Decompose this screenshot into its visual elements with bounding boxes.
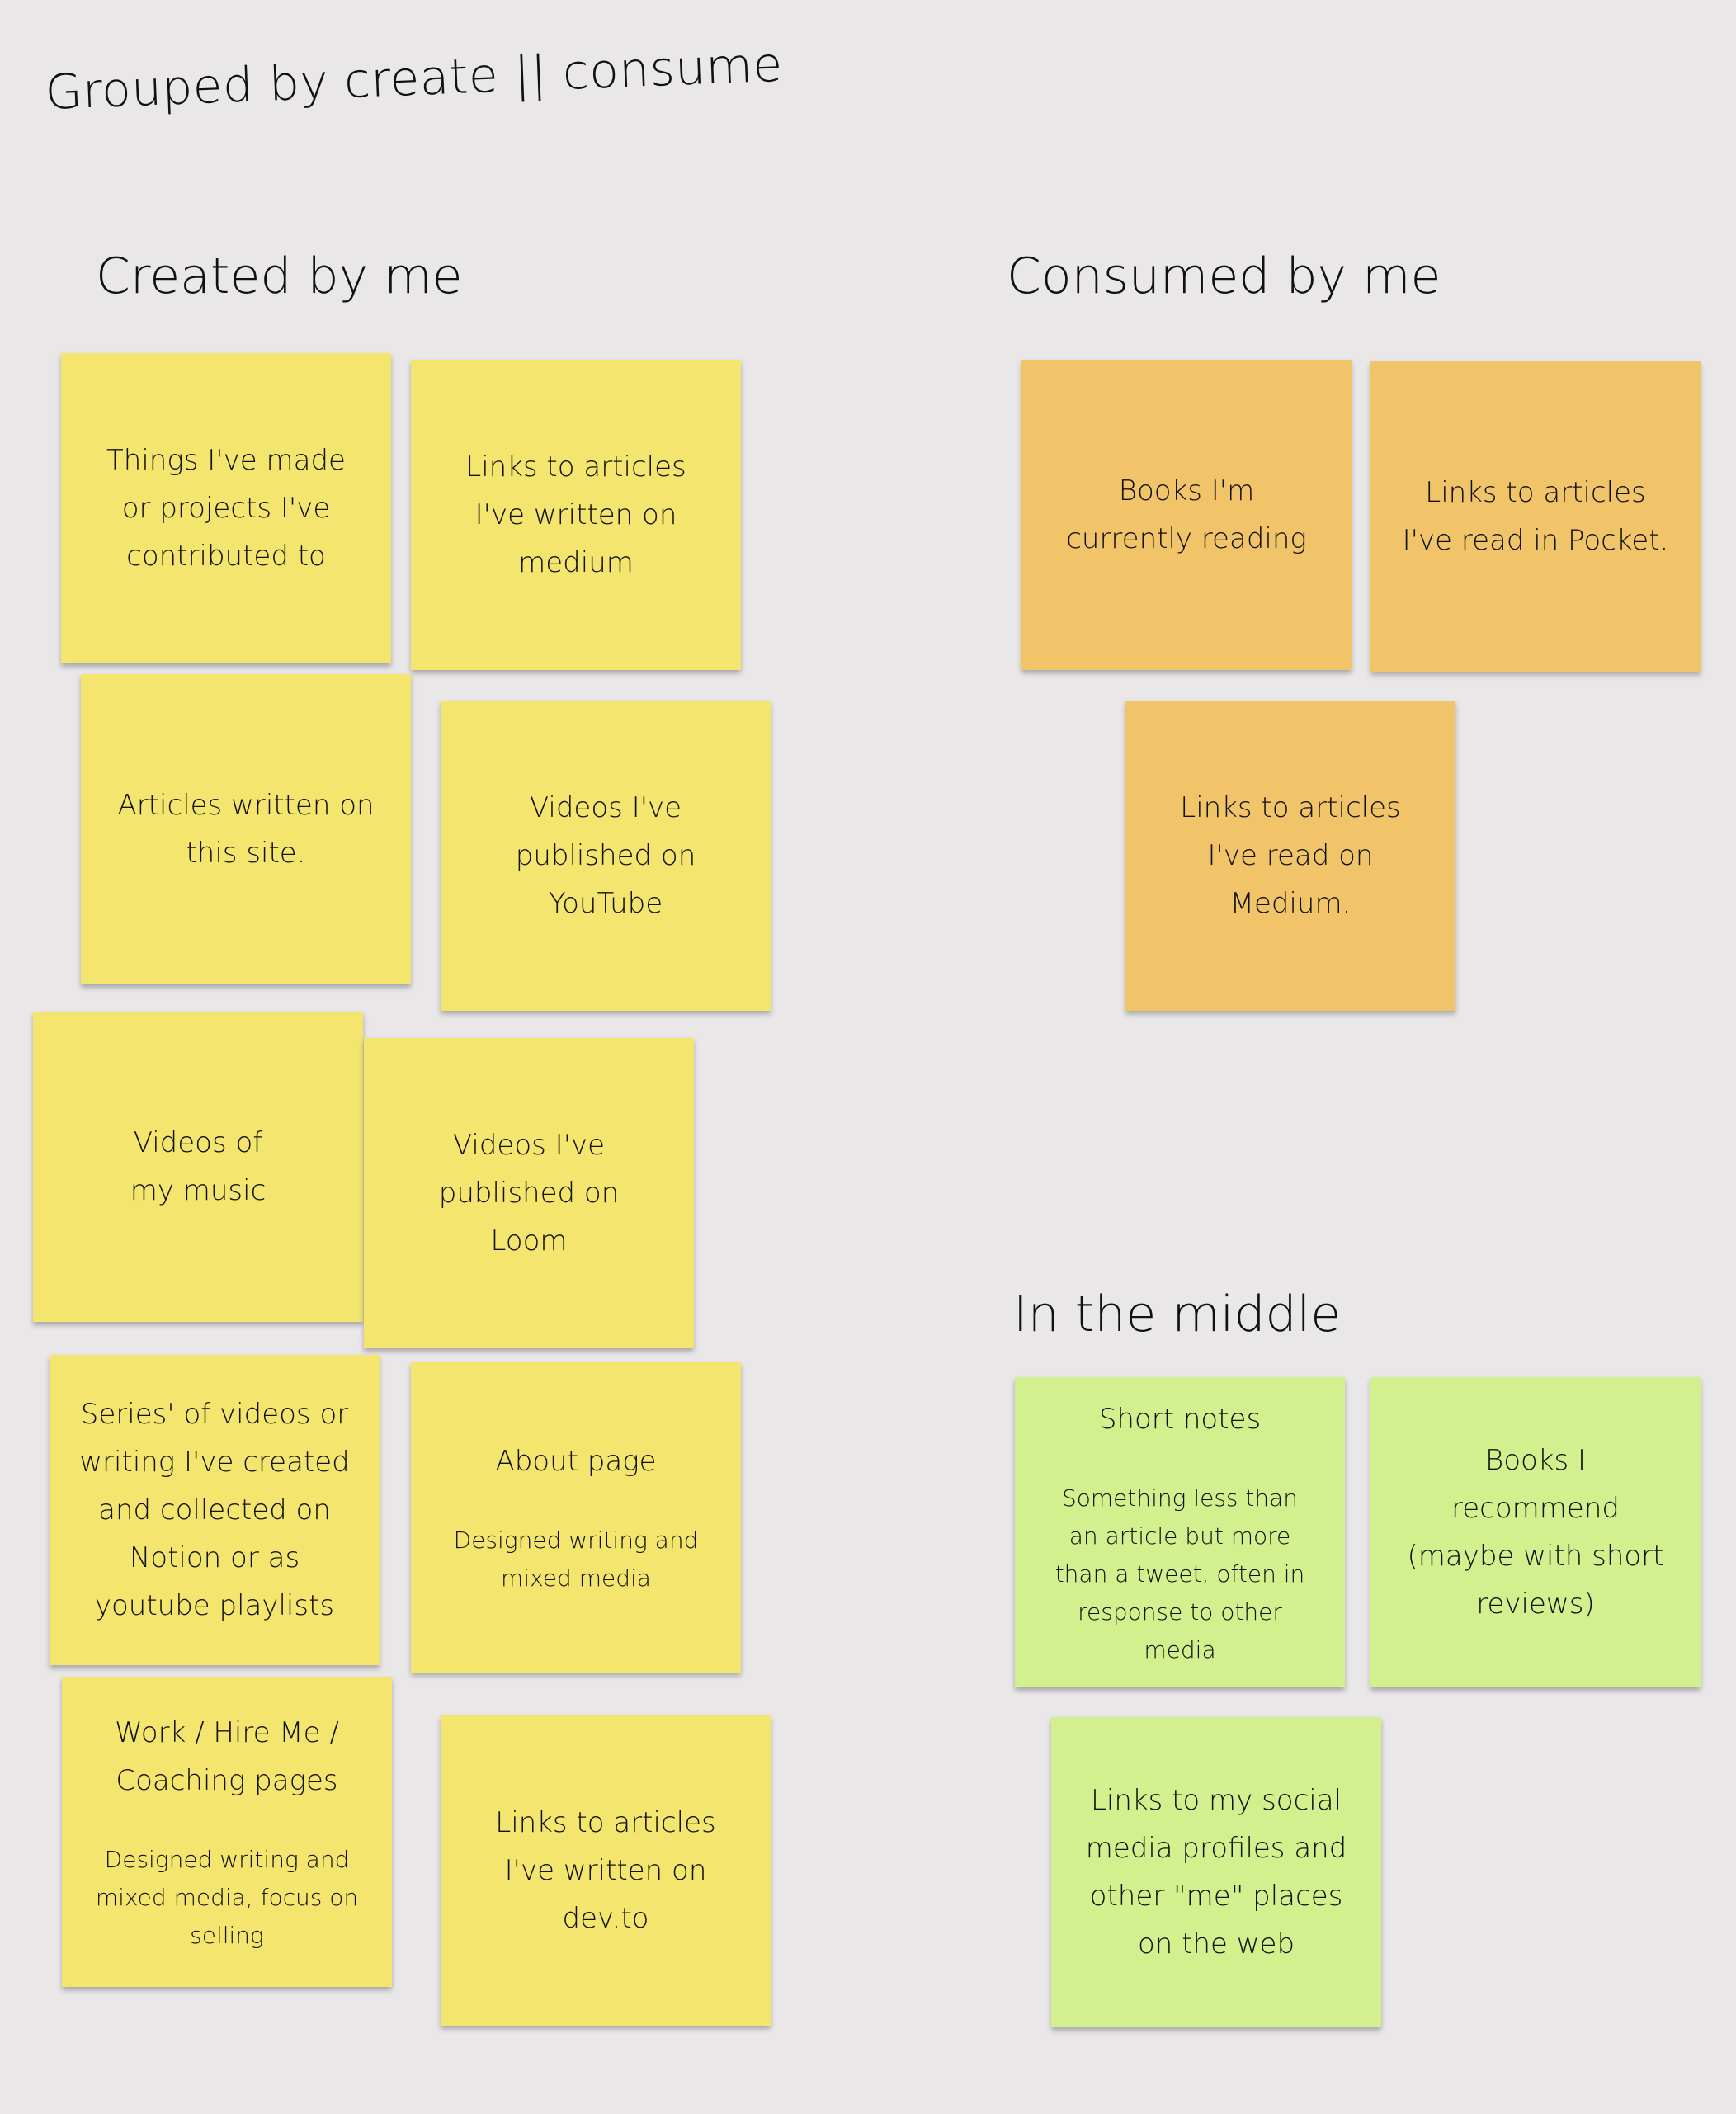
- sticky-note-text: Articles written on this site.: [117, 789, 375, 870]
- sticky-note-social-links[interactable]: Links to my social media profiles and ot…: [1051, 1717, 1381, 2027]
- sticky-note-text: About page: [495, 1445, 657, 1478]
- sticky-note-site-articles[interactable]: Articles written on this site.: [81, 674, 411, 984]
- sticky-note-subtext: Designed writing and mixed media: [453, 1527, 699, 1592]
- sticky-note-devto-articles[interactable]: Links to articles I've written on dev.to: [441, 1715, 771, 2026]
- heading-created: Created by me: [96, 248, 463, 305]
- sticky-note-books-reading[interactable]: Books I'm currently reading: [1021, 360, 1352, 670]
- board-title: Grouped by create || consume: [44, 35, 784, 120]
- sticky-note-work-hire-me[interactable]: Work / Hire Me / Coaching pages Designed…: [62, 1677, 392, 1987]
- sticky-note-things-made[interactable]: Things I've made or projects I've contri…: [61, 353, 391, 663]
- sticky-note-music-videos[interactable]: Videos of my music: [33, 1012, 363, 1322]
- sticky-note-text: Series' of videos or writing I've create…: [79, 1398, 350, 1622]
- sticky-note-text: Videos I've published on Loom: [438, 1129, 620, 1258]
- sticky-note-text: Links to articles I've read in Pocket.: [1402, 476, 1669, 557]
- sticky-note-text: Work / Hire Me / Coaching pages: [115, 1716, 339, 1797]
- sticky-note-short-notes[interactable]: Short notes Something less than an artic…: [1015, 1377, 1345, 1687]
- sticky-note-text: Links to articles I've written on medium: [465, 451, 686, 579]
- sticky-note-about-page[interactable]: About page Designed writing and mixed me…: [411, 1362, 741, 1673]
- heading-middle: In the middle: [1013, 1286, 1342, 1343]
- sticky-note-text: Videos I've published on YouTube: [515, 791, 696, 920]
- sticky-note-medium-articles[interactable]: Links to articles I've written on medium: [411, 360, 741, 670]
- sticky-note-pocket-articles[interactable]: Links to articles I've read in Pocket.: [1370, 361, 1701, 672]
- sticky-note-text: Books I'm currently reading: [1066, 474, 1307, 555]
- sticky-note-text: Links to my social media profiles and ot…: [1085, 1784, 1347, 1961]
- sticky-note-loom-videos[interactable]: Videos I've published on Loom: [364, 1038, 694, 1348]
- sticky-note-medium-read[interactable]: Links to articles I've read on Medium.: [1125, 701, 1455, 1011]
- heading-consumed: Consumed by me: [1007, 248, 1441, 305]
- sticky-note-text: Short notes: [1098, 1403, 1262, 1436]
- sticky-note-youtube-videos[interactable]: Videos I've published on YouTube: [441, 701, 771, 1011]
- sticky-note-subtext: Designed writing and mixed media, focus …: [95, 1846, 359, 1949]
- sticky-note-text: Links to articles I've read on Medium.: [1180, 791, 1401, 920]
- sticky-note-text: Links to articles I've written on dev.to: [495, 1806, 716, 1935]
- sticky-note-series[interactable]: Series' of videos or writing I've create…: [50, 1355, 380, 1665]
- sticky-note-text: Things I've made or projects I've contri…: [106, 444, 346, 573]
- sticky-note-text: Books I recommend (maybe with short revi…: [1407, 1444, 1664, 1621]
- sticky-note-books-recommend[interactable]: Books I recommend (maybe with short revi…: [1370, 1377, 1701, 1687]
- sticky-note-text: Videos of my music: [130, 1126, 267, 1207]
- sticky-note-subtext: Something less than an article but more …: [1054, 1484, 1305, 1663]
